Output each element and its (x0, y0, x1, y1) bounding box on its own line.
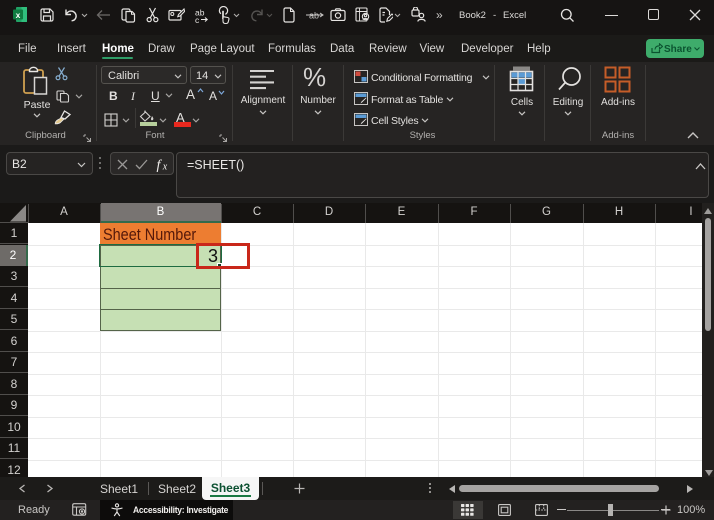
svg-text:x: x (16, 10, 21, 20)
svg-text:x: x (162, 162, 168, 172)
svg-text:f: f (157, 158, 163, 172)
